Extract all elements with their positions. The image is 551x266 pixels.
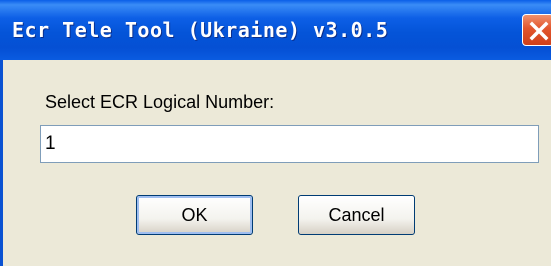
ok-button[interactable]: OK [136, 195, 253, 235]
logical-number-input[interactable] [40, 125, 539, 163]
window-title: Ecr Tele Tool (Ukraine) v3.0.5 [12, 18, 389, 42]
close-button[interactable] [522, 14, 551, 46]
window-left-border [0, 60, 3, 266]
title-bar[interactable]: Ecr Tele Tool (Ukraine) v3.0.5 [0, 0, 551, 60]
dialog-window: Ecr Tele Tool (Ukraine) v3.0.5 Select EC… [0, 0, 551, 266]
close-x-icon [529, 21, 549, 41]
cancel-button[interactable]: Cancel [298, 195, 415, 235]
prompt-label: Select ECR Logical Number: [45, 92, 275, 112]
